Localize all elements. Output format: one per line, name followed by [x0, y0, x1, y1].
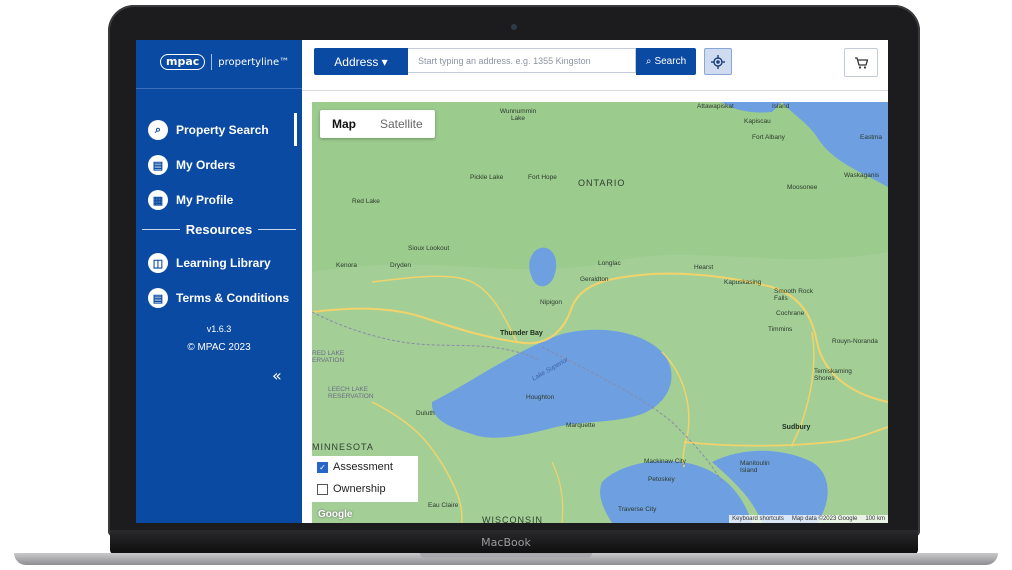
- map-label-island: Island: [772, 103, 790, 110]
- keyboard-shortcuts-link[interactable]: Keyboard shortcuts: [732, 516, 784, 522]
- map-label-fort-albany: Fort Albany: [752, 134, 785, 141]
- profile-icon: ▦: [148, 190, 168, 210]
- map-label-leech-lake: LEECH LAKE RESERVATION: [328, 386, 374, 400]
- map-label-eastmain: Eastma: [860, 134, 883, 141]
- camera-icon: [511, 24, 517, 30]
- book-icon: ◫: [148, 253, 168, 273]
- map-label-hearst: Hearst: [694, 264, 714, 271]
- laptop-notch: [420, 553, 592, 558]
- logo-product: propertyline™: [218, 56, 290, 68]
- map-label-waskaganish: Waskaganis: [844, 172, 880, 179]
- logo-mpac: mpac: [160, 54, 206, 70]
- layer-panel: ✓ Assessment Ownership: [312, 456, 418, 502]
- search-icon: ⌕: [645, 56, 652, 67]
- map-label-traverse: Traverse City: [618, 506, 657, 513]
- map-label-kenora: Kenora: [336, 262, 357, 269]
- nav-terms-conditions[interactable]: ▤ Terms & Conditions: [148, 285, 289, 311]
- checkbox-icon[interactable]: [317, 483, 328, 495]
- map-label-duluth: Duluth: [416, 410, 435, 417]
- crosshair-icon: [711, 54, 725, 69]
- copyright: © MPAC 2023: [187, 342, 251, 353]
- top-bar: Address ▾ Start typing an address. e.g. …: [302, 40, 888, 91]
- logo[interactable]: mpac propertyline™: [160, 54, 289, 70]
- cart-button[interactable]: [844, 48, 878, 77]
- locate-me-button[interactable]: [704, 48, 732, 75]
- checkbox-checked-icon[interactable]: ✓: [317, 461, 328, 473]
- map-type-map-button[interactable]: Map: [320, 110, 368, 138]
- sidebar-divider: [136, 88, 302, 89]
- map-label-kapiscau: Kapiscau: [744, 118, 771, 125]
- nav-label: Property Search: [176, 123, 269, 137]
- map-label-eau-claire: Eau Claire: [428, 502, 459, 509]
- logo-divider: [211, 54, 213, 70]
- google-logo: Google: [318, 509, 353, 520]
- map-label-red-lake-reservation: RED LAKE ERVATION: [312, 350, 345, 364]
- search-button-label: Search: [654, 56, 687, 67]
- map-type-satellite-button[interactable]: Satellite: [368, 110, 435, 138]
- map-label-geraldton: Geraldton: [580, 276, 609, 283]
- layer-label: Assessment: [333, 461, 393, 473]
- nav-label: My Profile: [176, 193, 234, 207]
- sidebar: mpac propertyline™ ⌕ Property Search ▤ M…: [136, 40, 302, 523]
- lake-nipigon: [529, 247, 557, 287]
- nav-property-search[interactable]: ⌕ Property Search: [148, 117, 269, 143]
- app-version: v1.6.3: [206, 324, 232, 334]
- map-type-control: Map Satellite: [320, 110, 435, 138]
- map-scale[interactable]: 100 km: [865, 516, 885, 522]
- map-attribution: Keyboard shortcuts Map data ©2023 Google…: [729, 515, 888, 523]
- map-label-cochrane: Cochrane: [776, 310, 805, 317]
- map-label-petoskey: Petoskey: [648, 476, 675, 483]
- map-label-minnesota: MINNESOTA: [312, 442, 374, 452]
- search-icon: ⌕: [148, 120, 168, 140]
- nav-label: Terms & Conditions: [176, 291, 290, 305]
- search-button[interactable]: ⌕ Search: [636, 48, 696, 75]
- map-label-timmins: Timmins: [768, 326, 793, 333]
- layer-ownership[interactable]: Ownership: [312, 478, 418, 500]
- nav-learning-library[interactable]: ◫ Learning Library: [148, 250, 271, 276]
- map-label-smooth-rock: Smooth Rock Falls: [774, 288, 814, 302]
- map-label-pickle-lake: Pickle Lake: [470, 174, 504, 181]
- active-indicator: [294, 113, 297, 146]
- map-label-attawapiskat: Attawapiskat: [697, 103, 734, 110]
- map-label-ontario: ONTARIO: [578, 178, 626, 188]
- map-label-nipigon: Nipigon: [540, 299, 563, 306]
- layer-label: Ownership: [333, 483, 386, 495]
- map-label-moosonee: Moosonee: [787, 184, 818, 191]
- map-label-fort-hope: Fort Hope: [528, 174, 557, 181]
- macbook-label: MacBook: [481, 536, 531, 549]
- orders-icon: ▤: [148, 155, 168, 175]
- nav-my-profile[interactable]: ▦ My Profile: [148, 187, 233, 213]
- map-label-houghton: Houghton: [526, 394, 555, 401]
- map-label-wisconsin: WISCONSIN: [482, 515, 544, 523]
- nav-my-orders[interactable]: ▤ My Orders: [148, 152, 235, 178]
- map-label-rouyn: Rouyn-Noranda: [832, 338, 878, 345]
- app-screen: mpac propertyline™ ⌕ Property Search ▤ M…: [136, 40, 888, 523]
- map-label-sudbury: Sudbury: [782, 424, 811, 431]
- search-input[interactable]: Start typing an address. e.g. 1355 Kings…: [408, 48, 636, 73]
- map-data-credit[interactable]: Map data ©2023 Google: [792, 516, 857, 522]
- cart-icon: [854, 56, 868, 69]
- nav-label: My Orders: [176, 158, 236, 172]
- document-icon: ▤: [148, 288, 168, 308]
- map-label-manitoulin: Manitoulin Island: [740, 460, 770, 474]
- map-label-sioux-lookout: Sioux Lookout: [408, 245, 450, 252]
- resources-label: Resources: [185, 221, 253, 237]
- layer-assessment[interactable]: ✓ Assessment: [312, 456, 418, 478]
- map-label-red-lake: Red Lake: [352, 198, 380, 205]
- map-label-wunnummin: Wunnummin Lake: [499, 108, 537, 122]
- nav-label: Learning Library: [176, 256, 271, 270]
- map-label-kapuskasing: Kapuskasing: [724, 279, 762, 286]
- map-label-dryden: Dryden: [390, 262, 411, 269]
- collapse-sidebar-button[interactable]: «: [272, 366, 282, 385]
- map-canvas[interactable]: ONTARIO MINNESOTA WISCONSIN Attawapiskat…: [312, 102, 888, 523]
- map-label-longlac: Longlac: [598, 260, 621, 267]
- map-label-mackinaw: Mackinaw City: [644, 458, 686, 465]
- resources-heading: Resources: [136, 220, 302, 238]
- map-label-temiskaming: Temiskaming Shores: [814, 368, 852, 382]
- map-label-thunder-bay: Thunder Bay: [500, 330, 543, 337]
- map-label-marquette: Marquette: [566, 422, 596, 429]
- address-dropdown[interactable]: Address ▾: [314, 48, 408, 75]
